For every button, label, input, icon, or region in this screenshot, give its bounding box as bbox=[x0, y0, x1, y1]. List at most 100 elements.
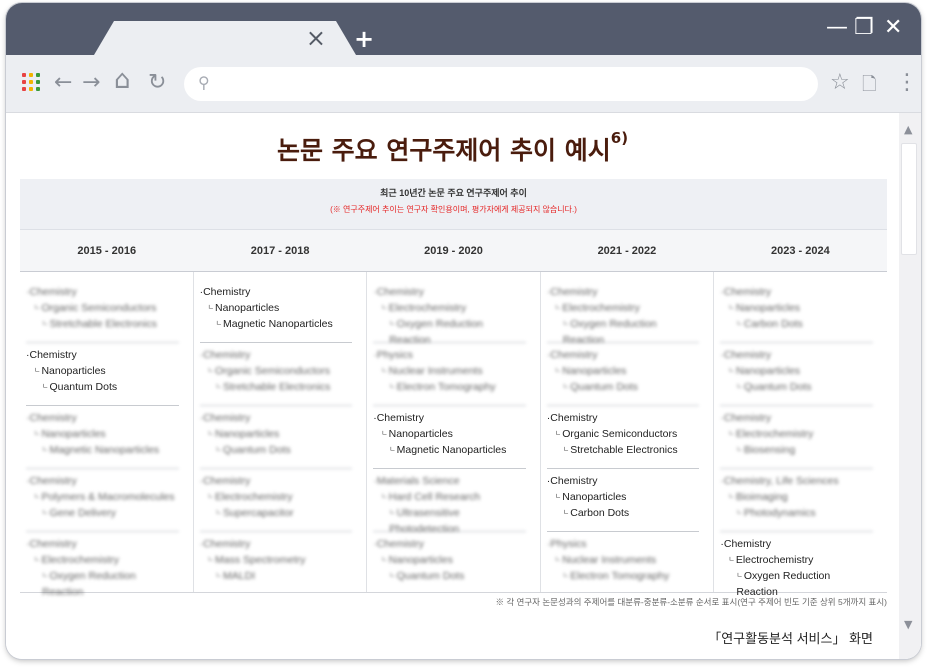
reload-icon[interactable]: ↻ bbox=[148, 71, 166, 95]
topic-middle: Nuclear Instruments bbox=[547, 552, 700, 568]
topic-entry: PhysicsNuclear InstrumentsElectron Tomog… bbox=[547, 532, 700, 595]
topic-major: Chemistry bbox=[26, 536, 179, 552]
address-input[interactable] bbox=[224, 72, 804, 96]
topic-entry: ChemistryNanoparticlesMagnetic Nanoparti… bbox=[199, 280, 353, 343]
topic-major: Chemistry bbox=[26, 347, 179, 363]
topic-minor: Quantum Dots bbox=[26, 379, 179, 395]
caption: 「연구활동분석 서비스」 화면 bbox=[708, 631, 873, 646]
tab-close-icon[interactable]: × bbox=[306, 25, 326, 51]
topic-middle: Organic Semiconductors bbox=[26, 300, 179, 316]
apps-icon[interactable] bbox=[22, 73, 40, 91]
star-icon[interactable]: ☆ bbox=[830, 71, 850, 95]
topic-entry: ChemistryNanoparticlesMagnetic Nanoparti… bbox=[26, 406, 179, 469]
topic-minor: Biosensing bbox=[720, 442, 873, 458]
topic-major: Chemistry bbox=[373, 410, 526, 426]
topic-minor: Stretchable Electronics bbox=[547, 442, 700, 458]
new-tab-button[interactable]: + bbox=[354, 25, 374, 53]
topic-minor: MALDI bbox=[200, 568, 353, 584]
search-icon: ⚲ bbox=[198, 73, 210, 92]
topic-entry: PhysicsNuclear InstrumentsElectron Tomog… bbox=[373, 343, 526, 406]
panel-title: 최근 10년간 논문 주요 연구주제어 추이 bbox=[380, 188, 527, 198]
topic-minor: Carbon Dots bbox=[720, 316, 873, 332]
topic-major: Materials Science bbox=[373, 473, 526, 489]
topic-middle: Nanoparticles bbox=[547, 363, 700, 379]
topic-major: Chemistry bbox=[720, 410, 873, 426]
topic-middle: Electrochemistry bbox=[26, 552, 179, 568]
topic-grid: ChemistryOrganic SemiconductorsStretchab… bbox=[20, 272, 887, 598]
topic-entry: ChemistryNanoparticlesQuantum Dots bbox=[26, 343, 179, 406]
topic-middle: Electrochemistry bbox=[200, 489, 353, 505]
topic-major: Chemistry bbox=[373, 284, 526, 300]
topic-entry: Materials ScienceHard Cell ResearchUltra… bbox=[373, 469, 526, 535]
topic-minor: Electron Tomography bbox=[547, 568, 700, 584]
year-header: 2023 - 2024 bbox=[770, 245, 830, 257]
menu-icon[interactable]: ⋮ bbox=[896, 71, 918, 95]
year-column: Chemistry NanoparticlesCarbon Dots Chemist… bbox=[714, 272, 887, 598]
scroll-down-icon[interactable]: ▼ bbox=[904, 618, 912, 631]
topic-middle: Bioimaging bbox=[720, 489, 873, 505]
topic-major: Chemistry bbox=[547, 473, 700, 489]
year-column: ChemistryOrganic SemiconductorsStretchab… bbox=[20, 272, 194, 598]
topic-minor: Photodynamics bbox=[720, 505, 873, 521]
home-icon[interactable]: ⌂ bbox=[114, 67, 131, 93]
topic-middle: Hard Cell Research bbox=[373, 489, 526, 505]
topic-entry: ChemistryElectrochemistrySupercapacitor bbox=[199, 469, 353, 532]
page-viewport: 논문 주요 연구주제어 추이 예시6) 최근 10년간 논문 주요 연구주제어 … bbox=[6, 113, 921, 659]
year-column: ChemistryElectrochemistryOxygen Reductio… bbox=[367, 272, 541, 592]
topic-middle: Nanoparticles bbox=[373, 552, 526, 568]
address-bar[interactable]: ⚲ bbox=[184, 67, 818, 101]
scroll-thumb[interactable] bbox=[901, 143, 917, 255]
topic-major: Chemistry bbox=[26, 284, 179, 300]
topic-entry: ChemistryNanoparticlesQuantum Dots bbox=[373, 532, 526, 595]
topic-middle: Nanoparticles bbox=[26, 363, 179, 379]
scrollbar[interactable]: ▲ ▼ bbox=[899, 113, 921, 659]
scroll-up-icon[interactable]: ▲ bbox=[904, 123, 912, 136]
close-icon[interactable]: ✕ bbox=[884, 15, 902, 40]
topic-major: Chemistry, Life Sciences bbox=[720, 473, 873, 489]
title-bar: × + — ❐ ✕ bbox=[6, 3, 921, 55]
topic-entry: ChemistryOrganic SemiconductorsStretchab… bbox=[199, 343, 353, 406]
page-title-footnote-mark: 6) bbox=[610, 129, 629, 147]
topic-major: Chemistry bbox=[200, 284, 353, 300]
topic-middle: Nanoparticles bbox=[26, 426, 179, 442]
topic-middle: Mass Spectrometry bbox=[200, 552, 353, 568]
restore-icon[interactable]: ❐ bbox=[854, 15, 874, 40]
topic-minor: Supercapacitor bbox=[200, 505, 353, 521]
year-header-row: 2015 - 2016 2017 - 2018 2019 - 2020 2021… bbox=[20, 229, 887, 272]
topic-entry: Chemistry, Life SciencesBioimagingPhotod… bbox=[720, 469, 873, 532]
topic-major: Chemistry bbox=[26, 410, 179, 426]
topic-minor: Quantum Dots bbox=[373, 568, 526, 584]
page-title: 논문 주요 연구주제어 추이 예시6) bbox=[6, 129, 899, 167]
back-icon[interactable]: ← bbox=[54, 71, 72, 95]
topic-minor: Quantum Dots bbox=[547, 379, 700, 395]
topic-middle: Nanoparticles bbox=[200, 300, 353, 316]
page-icon[interactable]: 🗋 bbox=[862, 73, 876, 97]
topic-entry: ChemistryOrganic SemiconductorsStretchab… bbox=[26, 280, 179, 343]
topic-middle: Nanoparticles bbox=[720, 300, 873, 316]
topic-entry: ChemistryElectrochemistryOxygen Reductio… bbox=[373, 280, 526, 346]
topic-minor: Magnetic Nanoparticles bbox=[373, 442, 526, 458]
topic-major: Chemistry bbox=[200, 347, 353, 363]
year-header: 2021 - 2022 bbox=[597, 245, 657, 257]
topic-major: Chemistry bbox=[26, 473, 179, 489]
topic-minor: Magnetic Nanoparticles bbox=[26, 442, 179, 458]
topic-middle: Nuclear Instruments bbox=[373, 363, 526, 379]
topic-major: Chemistry bbox=[547, 410, 700, 426]
topic-major: Physics bbox=[547, 536, 700, 552]
forward-icon[interactable]: → bbox=[82, 71, 100, 95]
topic-major: Chemistry bbox=[720, 536, 873, 552]
topic-major: Chemistry bbox=[200, 536, 353, 552]
trend-panel: 최근 10년간 논문 주요 연구주제어 추이 (※ 연구주제어 추이는 연구자 … bbox=[20, 179, 887, 598]
topic-minor: Gene Delivery bbox=[26, 505, 179, 521]
minimize-icon[interactable]: — bbox=[826, 15, 848, 40]
topic-entry: ChemistryMass SpectrometryMALDI bbox=[200, 532, 353, 595]
browser-window: × + — ❐ ✕ ← → ⌂ ↻ ⚲ ☆ 🗋 ⋮ 논문 주요 연구주제어 추이… bbox=[6, 3, 921, 659]
panel-note: (※ 연구주제어 추이는 연구자 확인용이며, 평가자에게 제공되지 않습니다.… bbox=[330, 205, 577, 214]
browser-tab[interactable]: × bbox=[94, 21, 356, 55]
topic-middle: Electrochemistry bbox=[547, 300, 700, 316]
topic-middle: Electrochemistry bbox=[373, 300, 526, 316]
topic-entry: ChemistryNanoparticlesQuantum Dots bbox=[546, 343, 700, 406]
panel-header: 최근 10년간 논문 주요 연구주제어 추이 (※ 연구주제어 추이는 연구자 … bbox=[20, 179, 887, 229]
topic-minor: Stretchable Electronics bbox=[26, 316, 179, 332]
topic-entry: ChemistryElectrochemistryBiosensing bbox=[720, 406, 873, 469]
